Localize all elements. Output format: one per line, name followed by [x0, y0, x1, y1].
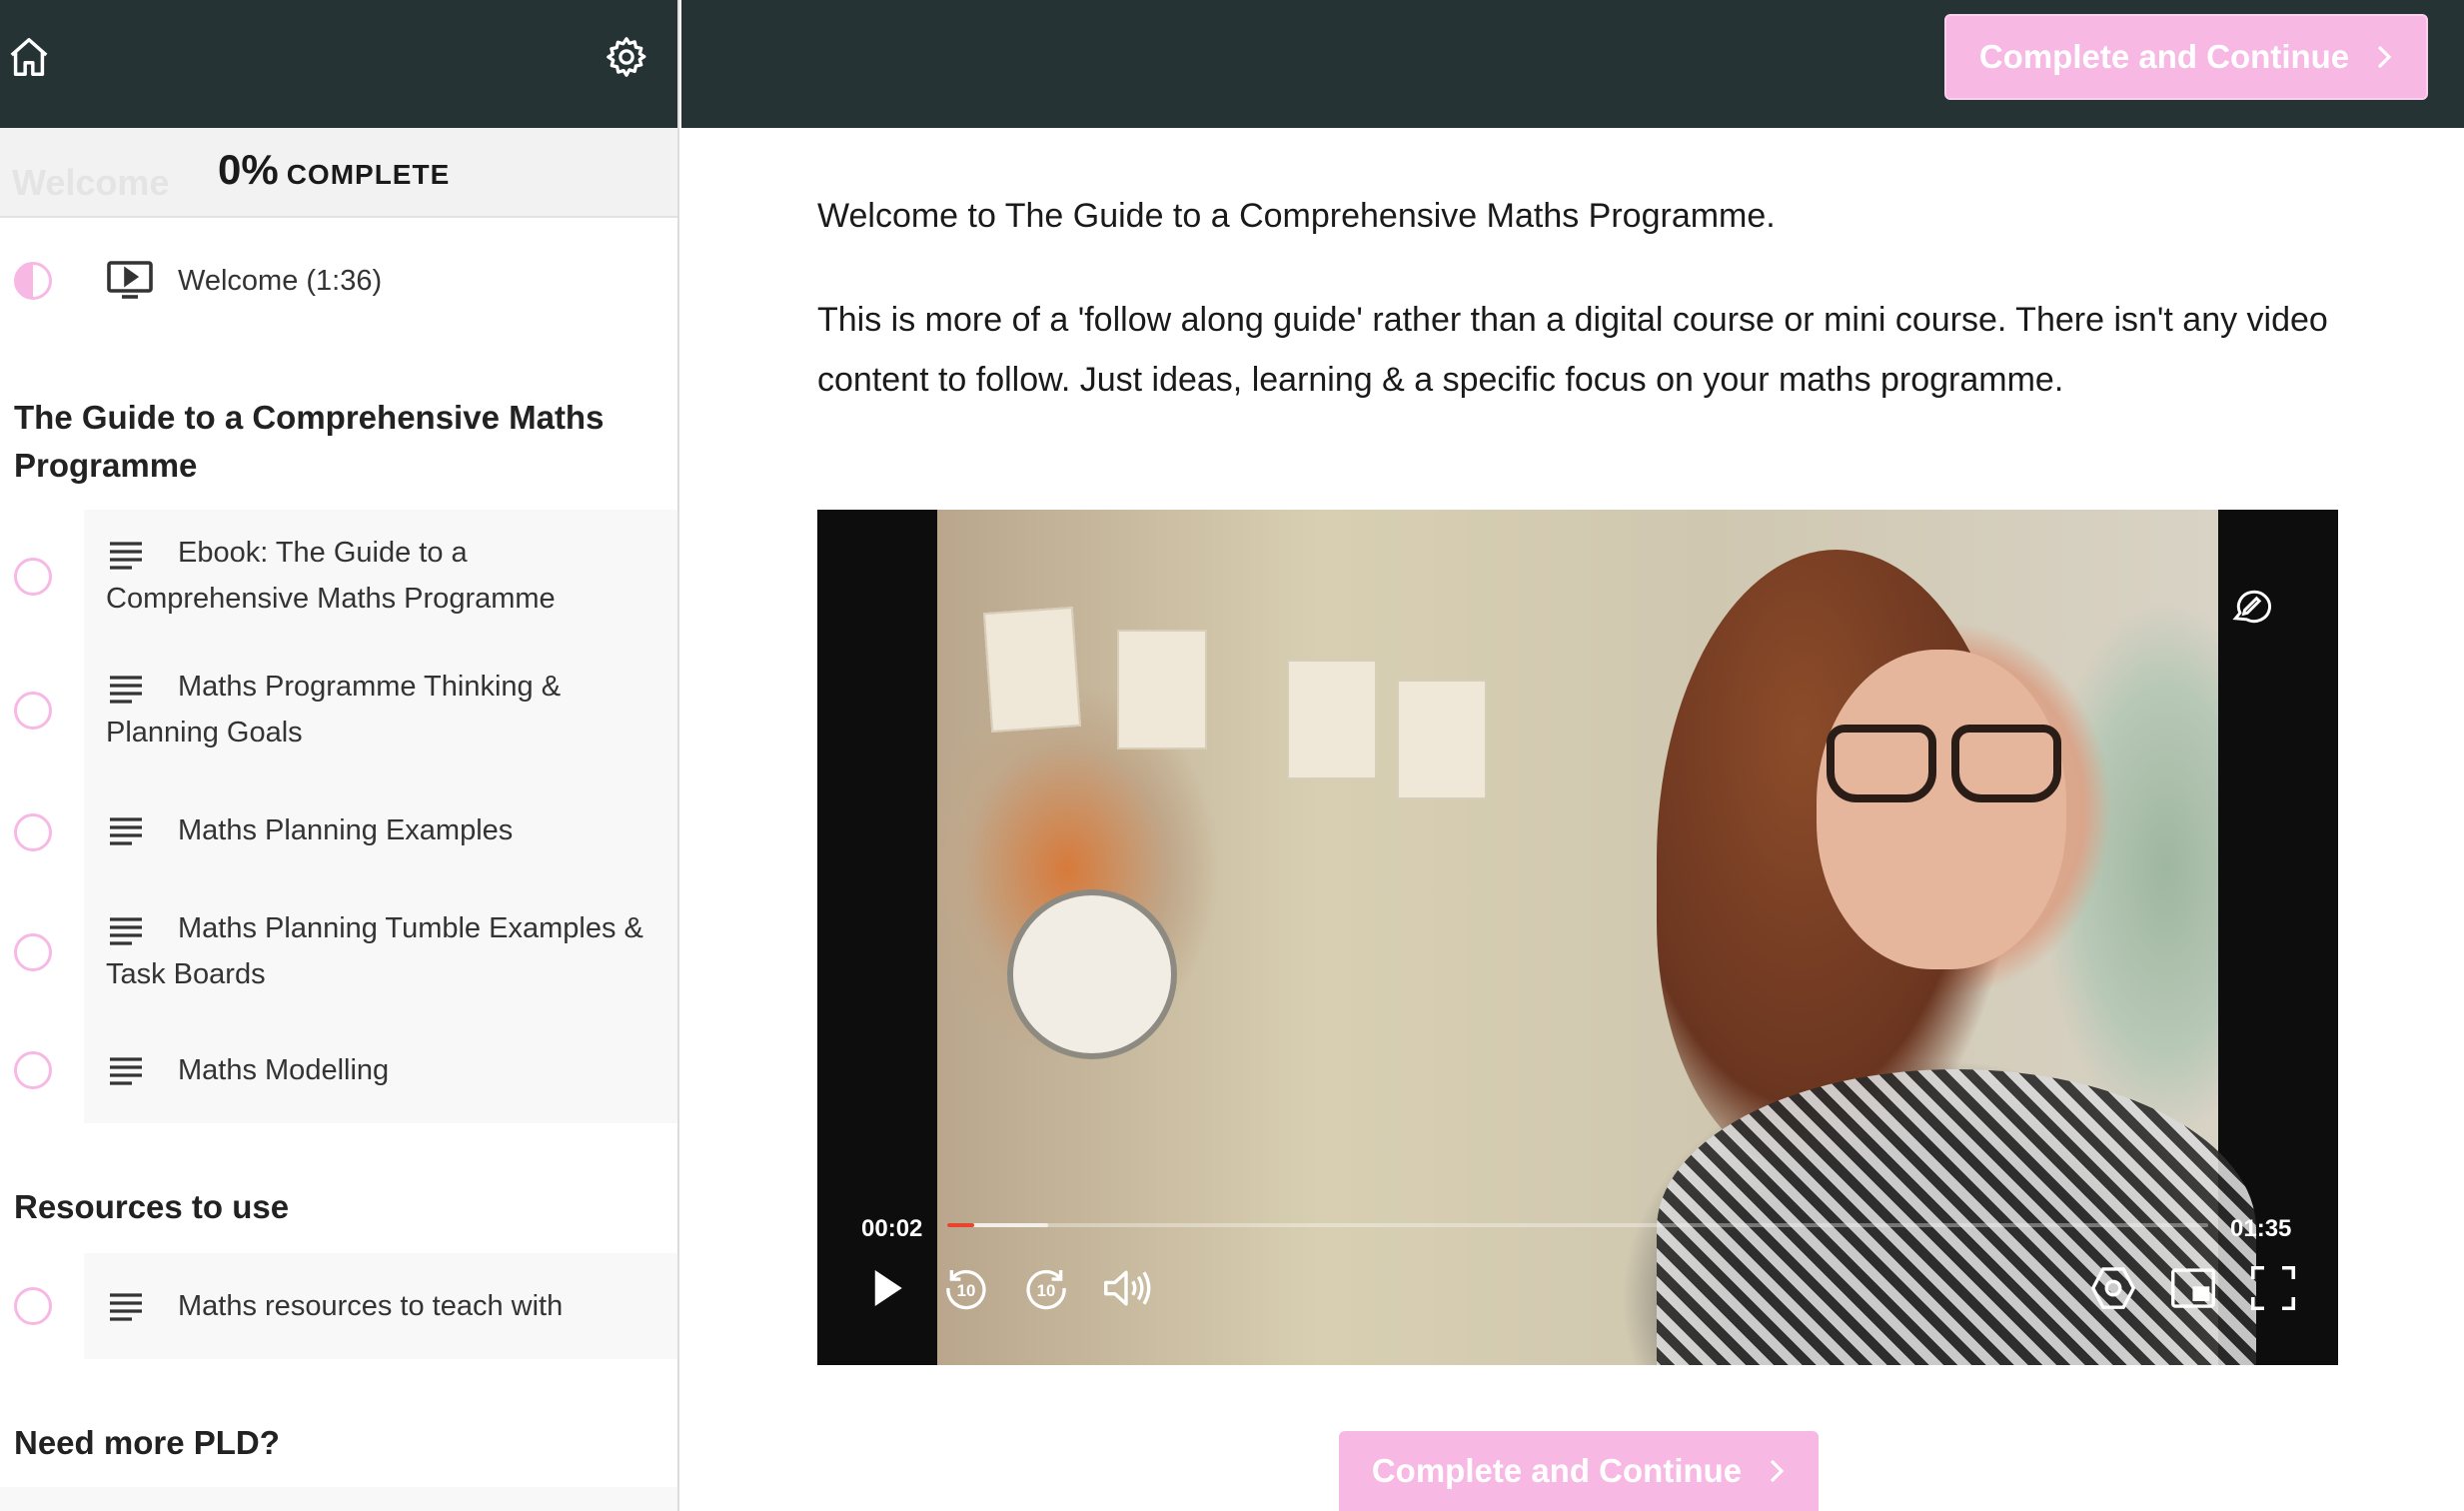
lesson-status-incomplete	[14, 558, 52, 596]
lesson-status-incomplete	[14, 933, 52, 971]
progress-ghost-text: Welcome	[12, 162, 170, 203]
lesson-title: Maths resources to teach with	[178, 1290, 564, 1322]
volume-button[interactable]	[1099, 1261, 1153, 1315]
lesson-title: Ebook: The Guide to a Comprehensive Math…	[106, 537, 556, 615]
section-title: Need more PLD?	[14, 1424, 280, 1461]
lesson-title: Maths Programme Thinking & Planning Goal…	[106, 671, 562, 749]
video-played-bar	[947, 1223, 974, 1227]
lesson-title: Maths Planning Tumble Examples & Task Bo…	[106, 912, 643, 990]
video-progress-track[interactable]	[947, 1223, 2208, 1227]
button-label: Complete and Continue	[1978, 38, 2350, 75]
rewind-10-button[interactable]: 10	[939, 1261, 993, 1315]
fullscreen-button[interactable]	[2246, 1261, 2300, 1315]
progress-indicator: 0% COMPLETE	[218, 146, 450, 194]
lesson-status-incomplete	[14, 1287, 52, 1325]
lesson-title: Welcome (1:36)	[178, 265, 383, 297]
video-frame	[937, 510, 2256, 1365]
home-icon	[10, 38, 48, 76]
section-title: The Guide to a Comprehensive Maths Progr…	[14, 399, 605, 484]
rewind-10-icon: 10	[946, 1269, 986, 1310]
chevron-right-icon	[2378, 45, 2392, 69]
button-label: Complete and Continue	[1371, 1452, 1743, 1489]
video-player[interactable]: 00:02 01:35 10 10	[817, 510, 2338, 1365]
lesson-item[interactable]: Maths Programme Thinking & Planning Goal…	[0, 646, 677, 779]
forward-10-icon: 10	[1026, 1269, 1066, 1310]
video-duration: 01:35	[2230, 1215, 2292, 1242]
video-icon	[107, 261, 153, 299]
wall-clock	[1007, 889, 1177, 1059]
gear-icon	[607, 37, 646, 77]
course-sidebar: Welcome 0% COMPLETE Welcome (1:36) The Gu…	[0, 0, 679, 1511]
lesson-paragraph: Welcome to The Guide to a Comprehensive …	[817, 197, 1776, 235]
picture-in-picture-button[interactable]	[2166, 1261, 2220, 1315]
complete-and-continue-button-bottom[interactable]: Complete and Continue	[1339, 1431, 1819, 1511]
lesson-item-welcome[interactable]: Welcome (1:36)	[0, 222, 677, 342]
wall-poster	[1397, 680, 1487, 799]
play-icon	[874, 1270, 902, 1306]
fullscreen-icon	[2250, 1265, 2296, 1311]
lesson-item[interactable]: Maths Planning Examples	[0, 779, 677, 885]
chevron-right-icon	[1771, 1459, 1785, 1483]
section-title: Resources to use	[14, 1188, 290, 1225]
annotate-button[interactable]	[2228, 584, 2272, 628]
forward-10-button[interactable]: 10	[1019, 1261, 1073, 1315]
progress-label: COMPLETE	[286, 159, 451, 190]
wall-poster	[982, 607, 1082, 733]
wall-poster	[1117, 630, 1207, 750]
lesson-paragraph: This is more of a 'follow along guide' r…	[817, 301, 2328, 399]
course-player: Welcome 0% COMPLETE Welcome (1:36) The Gu…	[0, 0, 2464, 1511]
settings-hex-icon	[2090, 1267, 2136, 1309]
lesson-status-incomplete	[14, 692, 52, 730]
lesson-item[interactable]: Ebook: The Guide to a Comprehensive Math…	[0, 510, 677, 646]
play-button[interactable]	[859, 1261, 913, 1315]
complete-and-continue-button-top[interactable]: Complete and Continue	[1944, 14, 2428, 100]
picture-in-picture-icon	[2171, 1268, 2215, 1308]
presenter-glasses	[1827, 725, 1936, 802]
lesson-title: Maths Modelling	[178, 1054, 390, 1086]
lesson-status-incomplete	[14, 813, 52, 851]
video-current-time: 00:02	[861, 1215, 923, 1242]
svg-text:10: 10	[957, 1281, 976, 1300]
svg-text:10: 10	[1037, 1281, 1056, 1300]
progress-percent: 0%	[218, 146, 279, 193]
sidebar-header	[0, 0, 677, 128]
lesson-title: Maths Planning Examples	[178, 814, 514, 846]
home-button[interactable]	[6, 34, 52, 80]
settings-button-video[interactable]	[2086, 1261, 2140, 1315]
volume-icon	[1104, 1270, 1151, 1306]
presenter-face	[1817, 650, 2066, 969]
presenter-glasses	[1951, 725, 2061, 802]
lesson-status-in-progress	[14, 262, 52, 300]
lesson-status-incomplete	[14, 1051, 52, 1089]
presenter-shirt	[1657, 1069, 2256, 1365]
lesson-item[interactable]: Maths Planning Tumble Examples & Task Bo…	[0, 885, 677, 1019]
settings-button[interactable]	[604, 34, 649, 80]
lesson-content: Welcome to The Guide to a Comprehensive …	[817, 186, 2356, 454]
wall-poster	[1287, 660, 1377, 779]
lesson-item[interactable]: Maths resources to teach with	[0, 1253, 677, 1359]
pencil-bubble-icon	[2232, 590, 2271, 624]
lesson-item-partial	[0, 1487, 677, 1511]
lesson-item[interactable]: Maths Modelling	[0, 1019, 677, 1123]
course-progress: Welcome 0% COMPLETE	[0, 128, 677, 218]
